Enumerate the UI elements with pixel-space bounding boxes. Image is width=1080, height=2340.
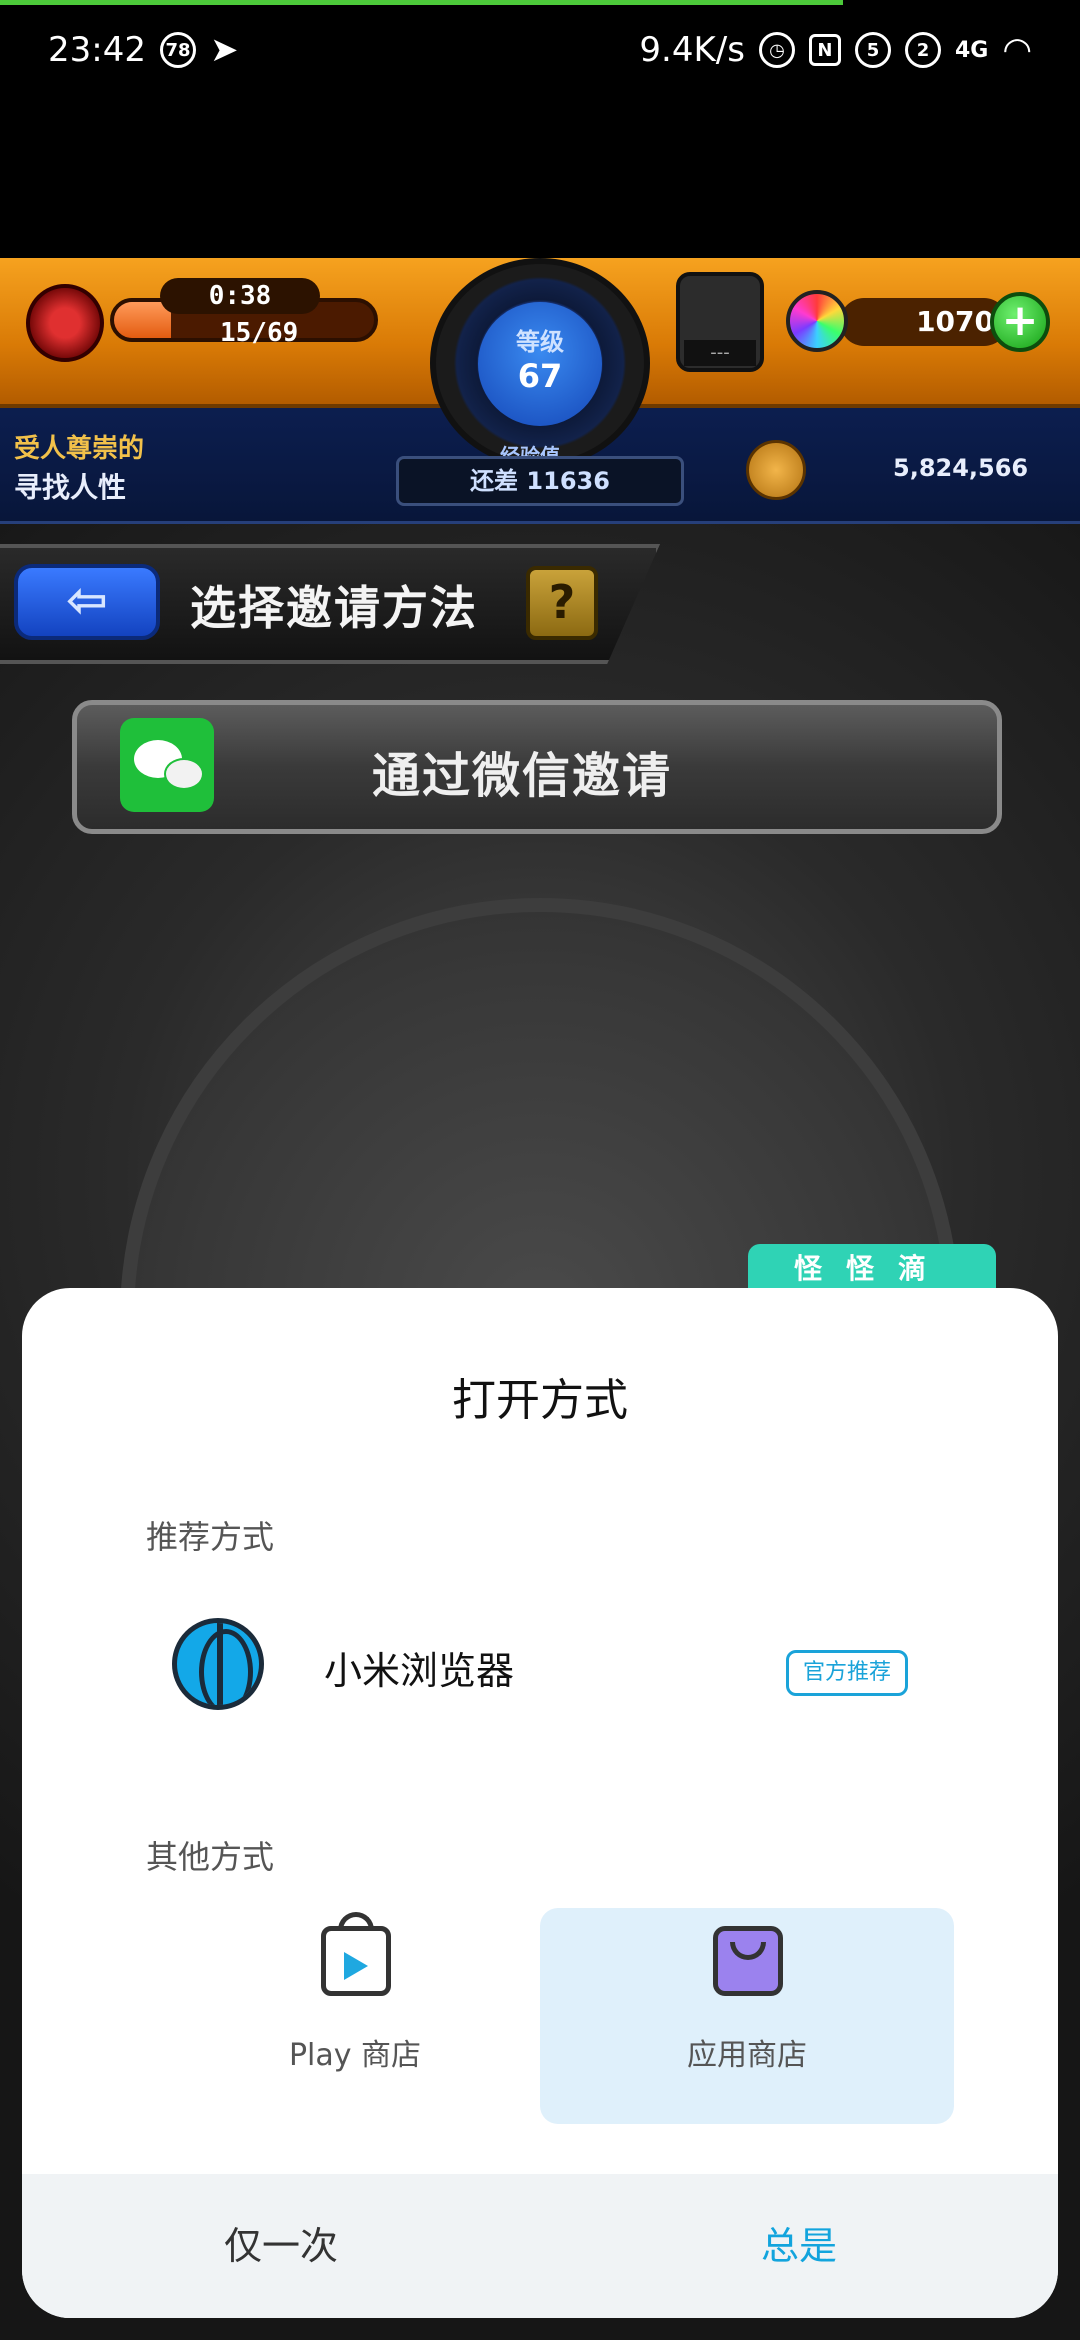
nfc-icon: N [808,34,841,66]
just-once-button[interactable]: 仅一次 [22,2174,540,2318]
energy-bar-fill [114,302,172,338]
option-label: Play 商店 [288,2038,422,2073]
rainbow-gem-icon [786,290,848,352]
other-section-label: 其他方式 [146,1838,275,1876]
level-badge[interactable]: 等级 67 [478,302,602,426]
play-triangle-icon [344,1952,368,1980]
location-arrow-icon: ➤ [209,30,239,70]
sim1-icon: 5 [854,32,891,68]
wechat-bubble-icon [164,758,204,790]
open-with-dialog: 打开方式 推荐方式 小米浏览器 官方推荐 其他方式 Play 商店 应用商店 仅… [22,1288,1058,2318]
option-app-store[interactable]: 应用商店 [540,1908,954,2124]
option-play-store[interactable]: Play 商店 [148,1908,562,2124]
mi-browser-name: 小米浏览器 [324,1649,515,1693]
page-title: 选择邀请方法 [190,581,478,635]
net-speed: 9.4K/s [639,30,745,70]
status-bar: 23:42 78 ➤ 9.4K/s ◷ N 5 2 4G ◠ [0,5,1080,95]
faction-emblem-icon [26,284,104,362]
exp-remaining: 还差 11636 [396,456,684,506]
level-value: 67 [517,357,563,395]
gem-count: 1070 [840,298,1008,346]
add-gems-button[interactable]: + [990,292,1050,352]
energy-count: 15/69 [220,318,299,348]
energy-timer: 0:38 [160,278,320,314]
coin-icon [746,440,806,500]
clock: 23:42 [48,30,146,70]
notification-count-icon: 78 [159,32,196,68]
official-recommend-badge: 官方推荐 [786,1650,908,1696]
network-type: 4G [954,37,989,63]
egg-display: --- [684,340,756,366]
dialog-title: 打开方式 [452,1375,628,1426]
sim2-icon: 2 [904,32,941,68]
player-title: 受人尊崇的 [14,434,145,464]
recommended-section-label: 推荐方式 [146,1518,275,1556]
wifi-icon: ◠ [1002,30,1032,70]
dialog-footer: 仅一次 总是 [22,2174,1058,2318]
wechat-invite-label: 通过微信邀请 [372,748,673,804]
help-button[interactable]: ? [526,566,598,640]
player-name: 寻找人性 [14,471,127,504]
option-label: 应用商店 [687,2038,807,2073]
status-left: 23:42 78 ➤ [48,30,238,70]
mi-browser-icon [172,1618,264,1710]
alarm-icon: ◷ [758,32,795,68]
coin-count: 5,824,566 [893,454,1029,482]
status-right: 9.4K/s ◷ N 5 2 4G ◠ [639,30,1032,70]
guaiguaidi-tag[interactable]: 怪怪滴 [748,1244,996,1294]
app-store-bag-icon [713,1926,783,1996]
level-label: 等级 [516,328,564,356]
always-button[interactable]: 总是 [540,2174,1058,2318]
back-button[interactable]: ⇦ [14,564,160,640]
